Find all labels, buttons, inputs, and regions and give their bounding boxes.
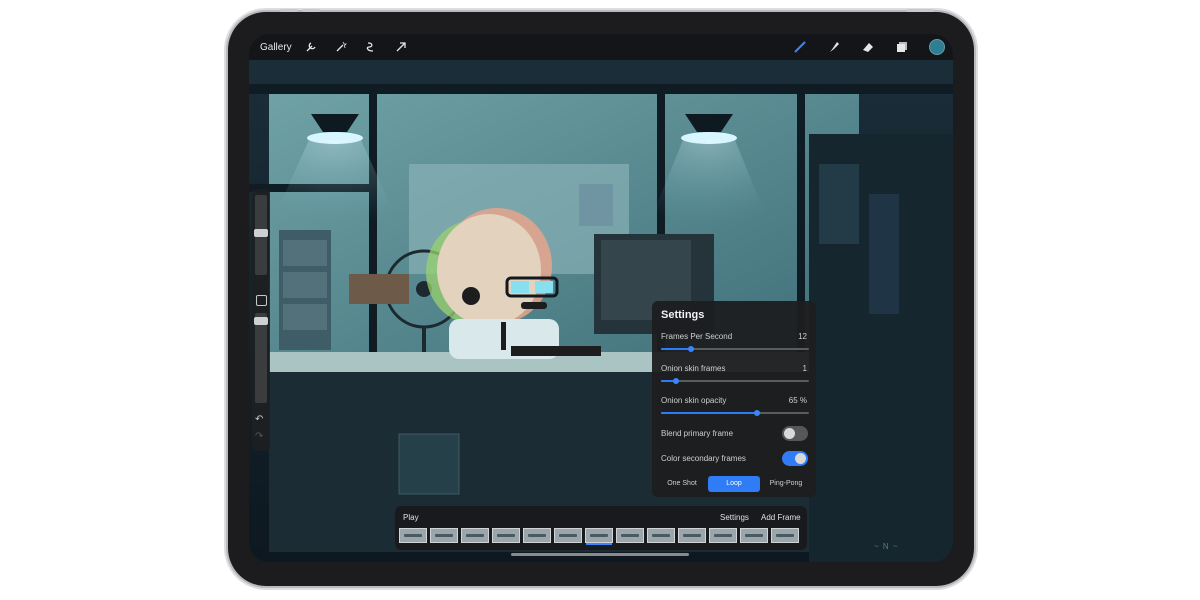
smudge-icon[interactable] (827, 40, 841, 54)
frame-strip (399, 528, 799, 543)
frame-thumbnail[interactable] (771, 528, 799, 543)
volume-button (302, 9, 320, 12)
blend-primary-label: Blend primary frame (661, 429, 734, 438)
blend-primary-toggle-knob (784, 428, 795, 439)
toolbar-right-group (773, 39, 945, 55)
selection-icon[interactable] (364, 40, 378, 54)
volume-button (280, 9, 298, 12)
artwork-canvas[interactable] (249, 34, 953, 562)
frame-thumbnail[interactable] (709, 528, 737, 543)
redo-icon[interactable]: ↷ (255, 431, 267, 442)
color-secondary-toggle[interactable] (782, 451, 808, 466)
onion-opacity-value: 65 % (788, 396, 807, 405)
wrench-icon[interactable] (304, 40, 318, 54)
animation-settings-panel: Settings Frames Per Second 12 Onion skin… (652, 301, 816, 497)
frame-thumbnail[interactable] (678, 528, 706, 543)
onion-opacity-label: Onion skin opacity (661, 396, 727, 405)
brush-size-slider[interactable] (254, 195, 268, 275)
play-button[interactable]: Play (403, 513, 419, 522)
frame-thumbnail[interactable] (492, 528, 520, 543)
mode-one-shot[interactable]: One Shot (656, 476, 708, 492)
blend-primary-toggle[interactable] (782, 426, 808, 441)
color-picker-button[interactable] (929, 39, 945, 55)
eraser-icon[interactable] (861, 40, 875, 54)
mode-loop[interactable]: Loop (708, 476, 760, 492)
fps-label: Frames Per Second (661, 332, 733, 341)
color-secondary-label: Color secondary frames (661, 454, 746, 463)
onion-opacity-slider-fill (661, 412, 758, 414)
artist-signature: ~ N ~ (874, 542, 899, 551)
home-indicator (511, 553, 689, 556)
transform-arrow-icon[interactable] (394, 40, 408, 54)
fps-slider[interactable] (661, 346, 809, 352)
frame-thumbnail[interactable] (554, 528, 582, 543)
frame-thumbnail[interactable] (430, 528, 458, 543)
layers-icon[interactable] (895, 40, 909, 54)
frame-thumbnail[interactable] (523, 528, 551, 543)
brush-icon[interactable] (793, 40, 807, 54)
frame-thumbnail[interactable] (647, 528, 675, 543)
frame-thumbnail[interactable] (399, 528, 427, 543)
onion-opacity-slider[interactable] (661, 410, 809, 416)
power-button (906, 9, 934, 12)
modify-button[interactable] (256, 295, 267, 306)
fps-slider-fill (661, 348, 691, 350)
onion-opacity-slider-thumb[interactable] (754, 410, 761, 416)
mode-ping-pong[interactable]: Ping-Pong (760, 476, 812, 492)
playback-mode-selector: One Shot Loop Ping-Pong (656, 476, 812, 492)
undo-icon[interactable]: ↶ (255, 414, 267, 425)
onion-frames-slider[interactable] (661, 378, 809, 384)
brush-size-knob[interactable] (254, 229, 268, 237)
left-sidebar: ↶ ↷ (252, 189, 270, 451)
magic-wand-icon[interactable] (334, 40, 348, 54)
fps-value: 12 (798, 332, 807, 341)
onion-frames-label: Onion skin frames (661, 364, 726, 373)
frame-thumbnail[interactable] (461, 528, 489, 543)
frame-thumbnail[interactable] (616, 528, 644, 543)
add-frame-button[interactable]: Add Frame (761, 513, 801, 522)
onion-frames-slider-thumb[interactable] (672, 378, 679, 384)
frame-thumbnail[interactable] (740, 528, 768, 543)
fps-slider-thumb[interactable] (687, 346, 694, 352)
procreate-screen: Gallery ↶ ↷ Settings Frames Per Second 1… (249, 34, 953, 562)
frame-thumbnail[interactable] (585, 528, 613, 543)
opacity-knob[interactable] (254, 317, 268, 325)
onion-frames-value: 1 (802, 364, 807, 373)
top-toolbar: Gallery (249, 34, 953, 60)
color-secondary-toggle-knob (795, 453, 806, 464)
timeline-settings-button[interactable]: Settings (720, 513, 749, 522)
opacity-slider[interactable] (254, 313, 268, 403)
settings-title: Settings (661, 309, 705, 321)
animation-timeline: Play Settings Add Frame (395, 506, 807, 550)
gallery-button[interactable]: Gallery (260, 42, 292, 53)
